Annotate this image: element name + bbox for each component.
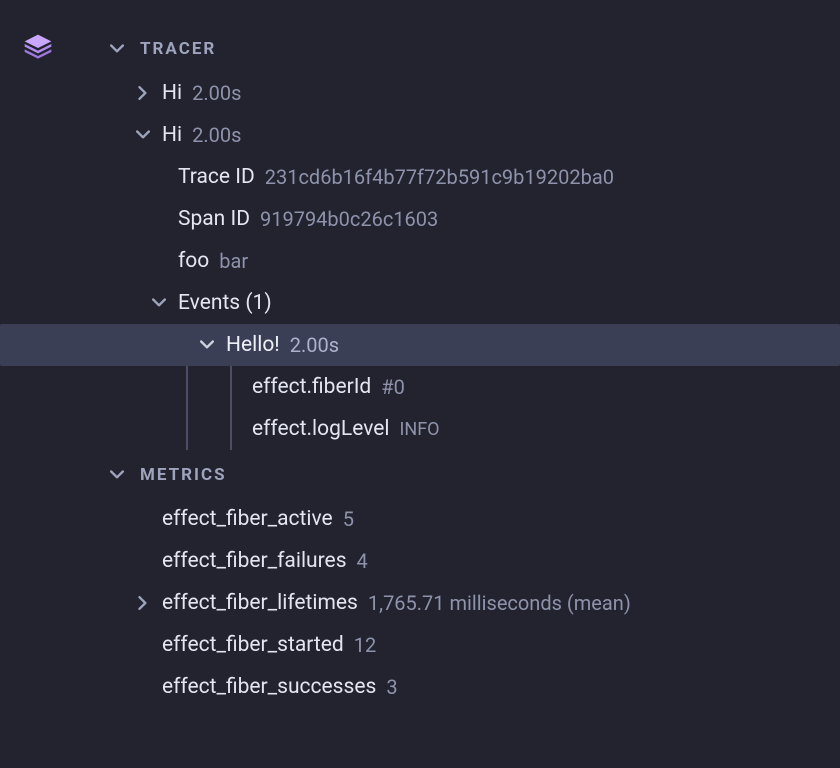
metric-value: 3 bbox=[386, 675, 397, 699]
metric-label: effect_fiber_successes bbox=[162, 675, 376, 699]
detail-label: effect.fiberId bbox=[252, 375, 371, 399]
detail-value: bar bbox=[219, 249, 248, 273]
metric-row[interactable]: effect_fiber_failures 4 bbox=[102, 540, 820, 582]
events-label: Events (1) bbox=[178, 291, 272, 315]
metric-label: effect_fiber_active bbox=[162, 507, 333, 531]
metric-value: 4 bbox=[357, 549, 368, 573]
event-name: Hello! bbox=[226, 333, 280, 357]
chevron-down-icon bbox=[108, 466, 126, 484]
detail-value: INFO bbox=[400, 419, 440, 440]
metric-value: 1,765.71 milliseconds (mean) bbox=[368, 591, 631, 615]
event-detail-log-level[interactable]: effect.logLevel INFO bbox=[102, 408, 820, 450]
metric-row[interactable]: effect_fiber_active 5 bbox=[102, 498, 820, 540]
span-row[interactable]: Hi 2.00s bbox=[102, 72, 820, 114]
chevron-down-icon bbox=[134, 126, 152, 144]
event-row[interactable]: Hello! 2.00s bbox=[102, 324, 820, 366]
detail-value: 919794b0c26c1603 bbox=[260, 207, 438, 231]
metric-label: effect_fiber_failures bbox=[162, 549, 347, 573]
events-row[interactable]: Events (1) bbox=[102, 282, 820, 324]
section-title: TRACER bbox=[140, 39, 216, 59]
chevron-down-icon bbox=[150, 294, 168, 312]
detail-label: Trace ID bbox=[178, 165, 255, 189]
detail-label: foo bbox=[178, 249, 209, 273]
span-row[interactable]: Hi 2.00s bbox=[102, 114, 820, 156]
span-duration: 2.00s bbox=[192, 123, 241, 147]
events-subtree: Hello! 2.00s effect.fiberId #0 effect.lo… bbox=[102, 324, 820, 450]
detail-label: Span ID bbox=[178, 207, 250, 231]
detail-row-span-id[interactable]: Span ID 919794b0c26c1603 bbox=[102, 198, 820, 240]
detail-value: #0 bbox=[381, 375, 405, 399]
metric-value: 5 bbox=[343, 507, 354, 531]
detail-value: 231cd6b16f4b77f72b591c9b19202ba0 bbox=[265, 165, 614, 189]
metric-row[interactable]: effect_fiber_successes 3 bbox=[102, 666, 820, 708]
span-name: Hi bbox=[162, 81, 182, 105]
span-duration: 2.00s bbox=[192, 81, 241, 105]
event-duration: 2.00s bbox=[290, 333, 339, 357]
detail-row-foo[interactable]: foo bar bbox=[102, 240, 820, 282]
chevron-down-icon bbox=[108, 40, 126, 58]
metric-row[interactable]: effect_fiber_started 12 bbox=[102, 624, 820, 666]
event-detail-fiber-id[interactable]: effect.fiberId #0 bbox=[102, 366, 820, 408]
section-tracer[interactable]: TRACER bbox=[108, 28, 820, 70]
section-title: METRICS bbox=[140, 465, 227, 485]
chevron-right-icon bbox=[134, 594, 152, 612]
event-detail-block: effect.fiberId #0 effect.logLevel INFO bbox=[102, 366, 820, 450]
metric-value: 12 bbox=[354, 633, 376, 657]
chevron-right-icon bbox=[134, 84, 152, 102]
span-name: Hi bbox=[162, 123, 182, 147]
metric-label: effect_fiber_started bbox=[162, 633, 344, 657]
detail-label: effect.logLevel bbox=[252, 417, 390, 441]
detail-row-trace-id[interactable]: Trace ID 231cd6b16f4b77f72b591c9b19202ba… bbox=[102, 156, 820, 198]
tree-root: TRACER Hi 2.00s Hi 2.00s Trace ID 231cd6… bbox=[0, 28, 840, 708]
metric-label: effect_fiber_lifetimes bbox=[162, 591, 358, 615]
chevron-down-icon bbox=[198, 336, 216, 354]
section-metrics[interactable]: METRICS bbox=[108, 454, 820, 496]
metric-row[interactable]: effect_fiber_lifetimes 1,765.71 millisec… bbox=[102, 582, 820, 624]
devtools-panel: TRACER Hi 2.00s Hi 2.00s Trace ID 231cd6… bbox=[0, 0, 840, 768]
